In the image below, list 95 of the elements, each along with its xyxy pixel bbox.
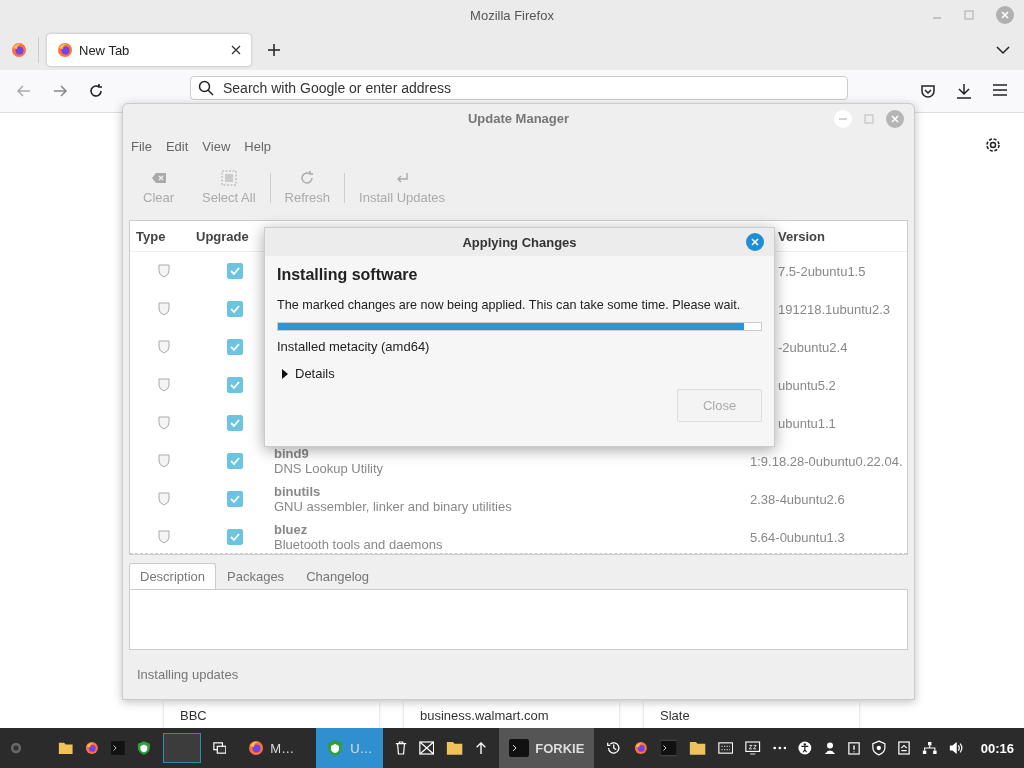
workspace-switcher[interactable] (162, 733, 201, 763)
new-tab-icon[interactable] (267, 43, 281, 57)
pocket-icon[interactable] (920, 83, 936, 99)
shortcut-tile[interactable]: business.walmart.com (404, 701, 619, 729)
package-description: GNU assembler, linker and binary utilities (274, 499, 513, 515)
shield-icon (158, 492, 170, 507)
shield-icon (326, 739, 345, 757)
version-text: 1:9.18.28-0ubuntu0.22.04. (749, 453, 904, 469)
forward-icon[interactable] (52, 83, 68, 99)
firefox-icon[interactable] (248, 740, 265, 756)
package-name: binutils (274, 484, 322, 500)
refresh-icon (299, 170, 316, 187)
menu-item[interactable]: Edit (165, 139, 189, 155)
selection-icon (220, 170, 237, 187)
settings-icon[interactable] (984, 136, 1002, 154)
shield-icon (158, 302, 170, 317)
package-description: DNS Lookup Utility (274, 461, 385, 477)
version-text: 5.64-0ubuntu1.3 (749, 529, 846, 545)
window-title: Mozilla Firefox (470, 7, 554, 23)
progress-text: Installed metacity (amd64) (277, 339, 431, 354)
column-header[interactable]: Type (130, 228, 192, 244)
dialog-title: Applying Changes (462, 234, 577, 250)
checkbox[interactable] (227, 263, 243, 280)
shield-icon[interactable] (872, 739, 886, 757)
folder-icon[interactable] (688, 739, 706, 757)
chevron-down-icon[interactable] (996, 45, 1010, 55)
address-field[interactable]: Search with Google or enter address (190, 76, 848, 100)
version-text: 2.38-4ubuntu2.6 (749, 491, 846, 507)
checkbox[interactable] (227, 529, 243, 546)
version-text: ubuntu1.1 (777, 415, 837, 431)
package-description: Bluetooth tools and daemons (274, 537, 444, 553)
upload-icon[interactable] (897, 740, 910, 756)
shield-icon (158, 264, 170, 279)
package-name: bind9 (274, 446, 310, 462)
windows-icon[interactable] (212, 741, 227, 755)
version-text: 7.5-2ubuntu1.5 (777, 263, 867, 279)
dialog-heading: Installing software (277, 266, 419, 284)
shortcut-tile[interactable]: BBC (164, 701, 379, 729)
checkbox[interactable] (227, 339, 243, 356)
shield-icon (158, 340, 170, 355)
taskbar-window[interactable]: U… (316, 728, 383, 768)
download-icon[interactable] (956, 83, 972, 99)
version-text: -2ubuntu2.4 (777, 339, 849, 355)
checkbox[interactable] (227, 491, 243, 508)
checkbox[interactable] (227, 453, 243, 470)
accessibility-icon[interactable] (798, 740, 813, 756)
shield-icon[interactable] (136, 739, 151, 757)
version-text: ubuntu5.2 (777, 377, 837, 393)
shield-icon (158, 530, 170, 545)
shield-icon (158, 378, 170, 393)
folder-icon[interactable] (446, 739, 464, 757)
shortcut-tile[interactable]: Slate (644, 701, 859, 729)
firefox-icon[interactable] (85, 740, 100, 756)
screen-icon[interactable] (745, 740, 761, 756)
menu-item[interactable]: View (202, 139, 231, 155)
checkbox[interactable] (227, 301, 243, 318)
status-text: Installing updates (136, 666, 240, 684)
version-text: 191218.1ubuntu2.3 (777, 301, 892, 317)
shield-icon (158, 416, 170, 431)
menu-item[interactable]: File (131, 139, 152, 155)
package-name: bluez (274, 522, 309, 538)
triangle-icon (281, 368, 289, 379)
firefox-icon[interactable] (633, 740, 648, 756)
folder-icon[interactable] (58, 740, 74, 756)
clipboard-icon[interactable] (848, 740, 861, 756)
menu-item[interactable]: Help (244, 139, 272, 155)
clock[interactable]: 00:16 (980, 740, 1014, 756)
user-icon[interactable] (824, 740, 837, 756)
tab[interactable]: Packages (216, 563, 296, 590)
tab[interactable]: Description (129, 563, 217, 591)
shield-icon (158, 454, 170, 469)
search-icon (198, 80, 214, 96)
terminal-icon[interactable] (111, 740, 125, 756)
history-icon[interactable] (606, 739, 622, 757)
reload-icon[interactable] (88, 83, 104, 99)
tab[interactable]: Changelog (295, 563, 380, 590)
checkbox[interactable] (227, 415, 243, 432)
trash-icon[interactable] (394, 740, 407, 756)
dialog-message: The marked changes are now being applied. This can take some time. Please wait. (277, 298, 742, 312)
browser-tab[interactable]: New Tab (47, 34, 251, 66)
firefox-icon[interactable] (57, 42, 73, 58)
tab-title: New Tab (79, 42, 130, 58)
window-title: Update Manager (467, 111, 570, 127)
volume-icon[interactable] (949, 740, 965, 756)
close-icon[interactable] (231, 45, 241, 55)
arrow-up-icon[interactable] (475, 740, 488, 756)
details-expander[interactable]: Details (277, 364, 339, 383)
firefox-view-icon[interactable] (11, 42, 27, 58)
taskbar-window[interactable]: FORKIE (499, 728, 595, 768)
terminal-icon (509, 739, 530, 757)
more-icon[interactable] (772, 746, 787, 750)
checkbox[interactable] (227, 377, 243, 394)
keyboard-icon[interactable] (717, 741, 734, 755)
network-icon[interactable] (921, 740, 938, 756)
taskbar-window[interactable]: M… (238, 728, 305, 768)
